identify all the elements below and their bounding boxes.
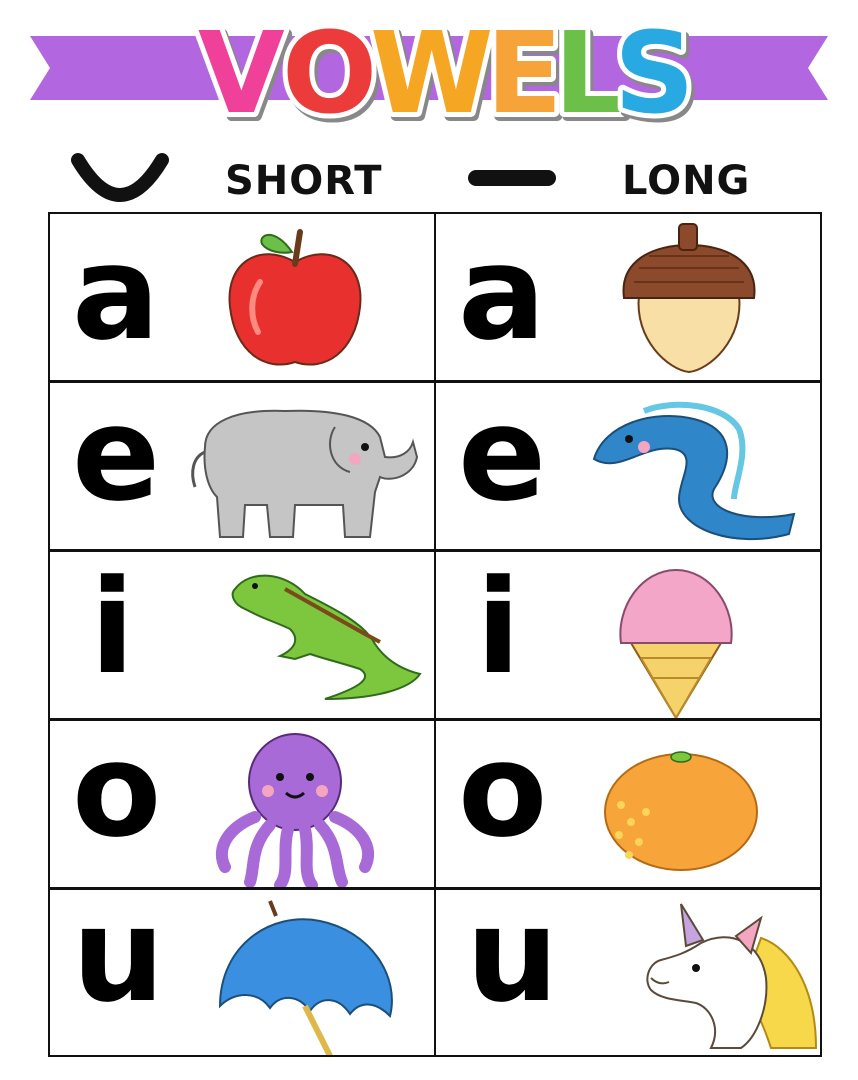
long-a-cell: a [434,212,822,382]
title-letter: E [486,9,563,139]
title-letter: S [614,9,695,139]
eel-icon [592,401,796,541]
vowel-letter: u [466,888,559,1031]
apple-icon [228,229,362,366]
page-title: V O W E L S [193,4,700,140]
vowel-letter: a [458,217,546,369]
long-o-cell: o [434,719,822,889]
short-column-label: SHORT [225,158,383,204]
vowel-letter: e [72,381,161,530]
vowel-letter: i [476,551,521,703]
elephant-icon [191,409,419,538]
short-u-cell: u [48,888,436,1057]
unicorn-icon [646,903,818,1049]
long-column-label: LONG [622,158,751,204]
short-e-cell: e [48,381,436,551]
orange-icon [604,751,758,871]
long-e-cell: e [434,381,822,551]
vowel-letter: u [72,888,165,1031]
macron-icon [468,170,556,186]
short-a-cell: a [48,212,436,382]
vowel-letter: o [458,719,548,866]
acorn-icon [622,223,756,374]
vowel-letter: e [458,381,547,530]
vowel-letter: a [72,217,160,369]
iguana-icon [231,574,422,700]
ice-cream-icon [619,568,733,718]
short-o-cell: o [48,719,436,889]
long-i-cell: i [434,550,822,720]
octopus-icon [215,733,375,887]
long-u-cell: u [434,888,822,1057]
title-letter: W [370,9,494,139]
short-i-cell: i [48,550,436,720]
title-letter: O [282,9,377,139]
title-letter: V [198,9,285,139]
vowel-letter: i [90,551,135,703]
umbrella-icon [218,900,393,1055]
vowel-letter: o [72,719,162,866]
breve-icon [71,153,169,202]
